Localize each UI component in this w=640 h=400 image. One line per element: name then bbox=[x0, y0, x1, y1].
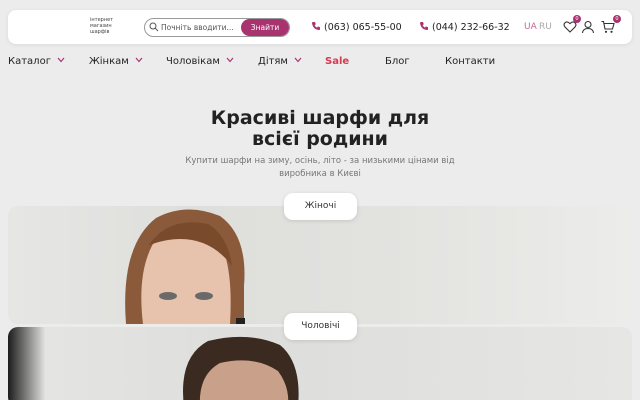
nav-item-women[interactable]: Жінкам bbox=[89, 56, 143, 67]
site-header: інтернет магазин шарфів Почніть вводити.… bbox=[8, 10, 632, 44]
search-button[interactable]: Знайти bbox=[241, 19, 289, 36]
chevron-down-icon bbox=[135, 57, 143, 63]
phone-link-2[interactable]: (044) 232-66-32 bbox=[419, 21, 510, 33]
nav-item-kids[interactable]: Дітям bbox=[258, 56, 302, 67]
cart-icon bbox=[601, 20, 615, 33]
page-subtitle: Купити шарфи на зиму, осінь, літо - за н… bbox=[170, 155, 470, 181]
lang-ru[interactable]: RU bbox=[539, 22, 552, 32]
phone-number-1: (063) 065-55-00 bbox=[324, 22, 402, 33]
phone-link-1[interactable]: (063) 065-55-00 bbox=[311, 21, 402, 33]
account-button[interactable] bbox=[581, 19, 595, 34]
nav-item-label: Жінкам bbox=[89, 56, 129, 67]
nav-item-label: Блог bbox=[385, 56, 410, 67]
nav-item-catalog[interactable]: Каталог bbox=[8, 56, 65, 67]
phone-icon bbox=[312, 22, 320, 30]
nav-item-label: Дітям bbox=[258, 56, 288, 67]
women-photo bbox=[125, 209, 245, 324]
nav-item-blog[interactable]: Блог bbox=[385, 56, 410, 67]
category-label-men[interactable]: Чоловічі bbox=[284, 313, 357, 340]
lang-ua[interactable]: UA bbox=[524, 22, 537, 32]
main-nav: Каталог Жінкам Чоловікам Дітям Sale Блог… bbox=[0, 56, 640, 70]
chevron-down-icon bbox=[57, 57, 65, 63]
subtitle-line-1: Купити шарфи на зиму, осінь, літо - за н… bbox=[185, 156, 455, 166]
nav-item-label: Каталог bbox=[8, 56, 51, 67]
search-icon bbox=[149, 22, 159, 32]
title-line-1: Красиві шарфи для bbox=[210, 107, 430, 129]
user-icon bbox=[581, 20, 595, 34]
nav-item-men[interactable]: Чоловікам bbox=[166, 56, 234, 67]
nav-item-label: Чоловікам bbox=[166, 56, 220, 67]
category-card-women[interactable] bbox=[8, 206, 632, 324]
chevron-down-icon bbox=[226, 57, 234, 63]
logo[interactable]: інтернет магазин шарфів bbox=[90, 17, 130, 35]
chevron-down-icon bbox=[294, 57, 302, 63]
page-title: Красиві шарфи для всієї родини bbox=[170, 108, 470, 150]
nav-item-contacts[interactable]: Контакти bbox=[445, 56, 495, 67]
title-line-2: всієї родини bbox=[252, 128, 388, 150]
search-placeholder: Почніть вводити... bbox=[161, 23, 234, 32]
phone-icon bbox=[420, 22, 428, 30]
wishlist-count-badge: 0 bbox=[573, 15, 581, 23]
phone-number-2: (044) 232-66-32 bbox=[432, 22, 510, 33]
nav-item-sale[interactable]: Sale bbox=[325, 56, 349, 67]
cart-count-badge: 0 bbox=[613, 15, 621, 23]
category-label-women[interactable]: Жіночі bbox=[284, 193, 357, 220]
subtitle-line-2: виробника в Києві bbox=[279, 169, 361, 179]
nav-item-label: Sale bbox=[325, 56, 350, 67]
nav-item-label: Контакти bbox=[445, 56, 496, 67]
